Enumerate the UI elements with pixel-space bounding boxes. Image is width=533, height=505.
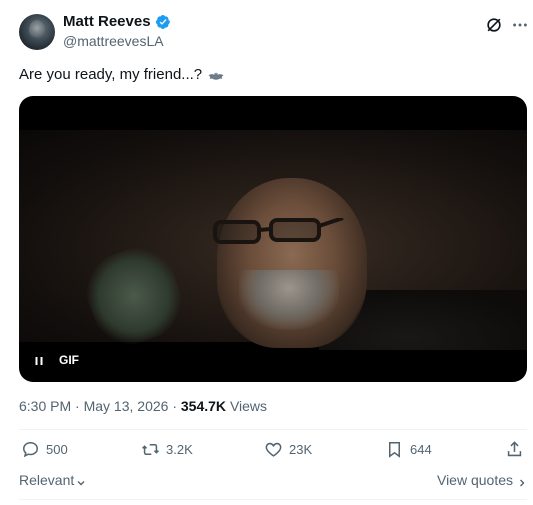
tweet-date[interactable]: May 13, 2026: [84, 398, 169, 414]
share-button[interactable]: [505, 440, 524, 459]
views-label: Views: [229, 398, 268, 414]
gif-badge: GIF: [59, 353, 79, 367]
gif-frame-image: [19, 130, 527, 355]
grok-icon[interactable]: [485, 16, 503, 34]
repost-button[interactable]: 3.2K: [141, 440, 193, 459]
pause-icon[interactable]: [33, 354, 45, 366]
chevron-right-icon: [517, 475, 527, 487]
reply-count: 500: [46, 442, 68, 457]
tweet-time[interactable]: 6:30 PM: [19, 398, 71, 414]
bookmark-button[interactable]: 644: [385, 440, 432, 459]
replies-footer: Relevant View quotes: [19, 470, 527, 490]
meta-separator: ·: [75, 398, 80, 414]
meta-separator: ·: [172, 398, 177, 414]
reply-icon: [23, 442, 38, 458]
sort-label: Relevant: [19, 472, 75, 488]
sort-replies-dropdown[interactable]: Relevant: [19, 472, 86, 488]
views-count: 354.7K: [180, 398, 227, 414]
verified-badge-icon: [155, 14, 171, 30]
chevron-down-icon: [76, 475, 86, 486]
share-icon: [507, 441, 522, 457]
action-bar: 500 3.2K 23K 644: [19, 440, 527, 464]
divider: [19, 429, 527, 430]
avatar[interactable]: [19, 14, 55, 50]
author-handle[interactable]: @mattreevesLA: [63, 33, 164, 49]
bookmark-count: 644: [410, 442, 432, 457]
view-quotes-link[interactable]: View quotes: [437, 472, 527, 488]
gif-media[interactable]: GIF: [19, 96, 527, 382]
author-display-name[interactable]: Matt Reeves: [63, 13, 151, 30]
tweet-meta: 6:30 PM · May 13, 2026 · 354.7K Views: [19, 398, 267, 414]
like-count: 23K: [289, 442, 313, 457]
repost-count: 3.2K: [166, 442, 193, 457]
view-quotes-label: View quotes: [436, 472, 513, 488]
like-button[interactable]: 23K: [264, 440, 312, 459]
more-options-icon[interactable]: [511, 16, 529, 34]
author-name-row: Matt Reeves: [63, 13, 171, 30]
heart-icon: [265, 442, 282, 457]
repost-icon: [142, 443, 159, 456]
tweet-text: Are you ready, my friend...?: [19, 66, 225, 83]
tweet-text-content: Are you ready, my friend...?: [19, 66, 203, 83]
reply-button[interactable]: 500: [21, 440, 68, 459]
tweet-header: Matt Reeves @mattreevesLA: [19, 12, 529, 52]
bookmark-icon: [388, 442, 401, 458]
bat-emoji-icon: [207, 69, 225, 81]
divider: [19, 499, 527, 500]
gif-controls: GIF: [33, 353, 79, 367]
